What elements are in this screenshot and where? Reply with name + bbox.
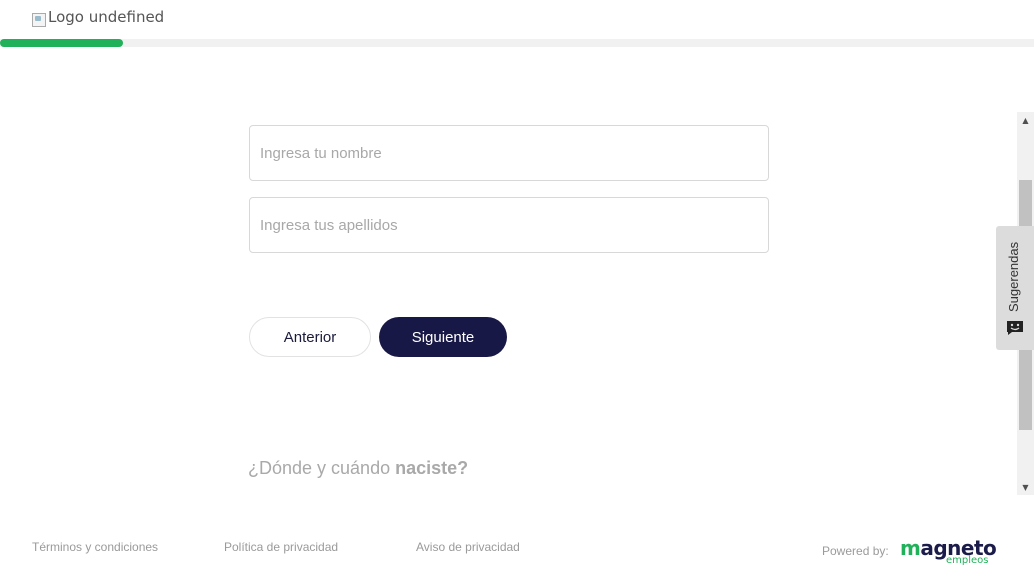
brand-subtitle: empleos xyxy=(946,555,989,566)
privacy-policy-link[interactable]: Política de privacidad xyxy=(224,540,338,554)
privacy-notice-link[interactable]: Aviso de privacidad xyxy=(416,540,520,554)
company-logo: Logo undefined xyxy=(32,8,165,27)
terms-link[interactable]: Términos y condiciones xyxy=(32,540,158,554)
first-name-input[interactable] xyxy=(249,125,769,181)
feedback-label: Sugerendas xyxy=(1006,241,1021,312)
progress-bar xyxy=(0,39,1034,47)
next-question-preview: ¿Dónde y cuándo naciste? xyxy=(248,458,468,479)
next-question-emphasis: naciste? xyxy=(395,458,469,478)
scroll-down-icon[interactable]: ▼ xyxy=(1017,479,1034,495)
feedback-tab[interactable]: Sugerendas xyxy=(996,226,1034,350)
logo-alt-text: Logo undefined xyxy=(48,8,165,26)
chat-smile-icon xyxy=(1007,321,1023,335)
progress-bar-fill xyxy=(0,39,123,47)
last-name-input[interactable] xyxy=(249,197,769,253)
next-button[interactable]: Siguiente xyxy=(379,317,507,357)
magneto-logo[interactable]: magneto empleos xyxy=(900,536,997,570)
scroll-up-icon[interactable]: ▲ xyxy=(1017,112,1034,128)
powered-by-label: Powered by: xyxy=(822,544,889,558)
brand-wordmark-accent: m xyxy=(900,536,921,560)
next-question-prefix: ¿Dónde y cuándo xyxy=(248,458,396,478)
broken-image-icon xyxy=(32,13,46,27)
previous-button[interactable]: Anterior xyxy=(249,317,371,357)
